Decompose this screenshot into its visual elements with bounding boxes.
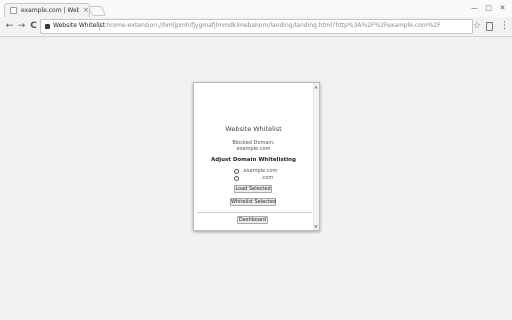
dialog-title-text: Website Whitelist: [225, 125, 282, 133]
page-icon: [10, 7, 17, 14]
puzzle-icon: [45, 24, 50, 29]
extension-chip-label: Website Whitelist: [53, 22, 106, 29]
bookmark-star-icon[interactable]: ☆: [473, 21, 481, 32]
adjust-heading: Adjust Domain Whitelisting: [211, 157, 296, 163]
tab-title: example.com | Website W: [21, 7, 79, 14]
option-label: .example.com: [242, 168, 278, 174]
minimize-icon[interactable]: —: [469, 3, 480, 13]
tab-active[interactable]: example.com | Website W ×: [4, 3, 90, 18]
blocked-domain-value: example.com: [236, 146, 271, 152]
radio-button[interactable]: [234, 176, 239, 181]
option-label: .com: [261, 175, 274, 181]
domain-option[interactable]: .com: [234, 175, 294, 182]
bookmark-icon[interactable]: [486, 22, 493, 31]
back-arrow-icon[interactable]: ←: [4, 21, 15, 32]
dialog-text: Website Whitelist Blocked Domain: exampl…: [193, 0, 314, 320]
new-tab-button[interactable]: [87, 6, 107, 16]
load-selected-button[interactable]: Load Selected: [234, 185, 272, 193]
radio-button[interactable]: [234, 169, 239, 174]
window-controls: — □ ✕: [469, 3, 508, 13]
dialog-divider: [197, 212, 312, 213]
close-window-icon[interactable]: ✕: [497, 3, 508, 13]
forward-arrow-icon[interactable]: →: [16, 21, 27, 32]
whitelist-selected-button[interactable]: Whitelist Selected: [230, 198, 276, 206]
reload-icon[interactable]: C: [28, 21, 39, 32]
maximize-icon[interactable]: □: [483, 3, 494, 13]
menu-icon[interactable]: ⋮: [500, 21, 509, 32]
chip-divider: [99, 23, 100, 31]
dashboard-button[interactable]: Dashboard: [237, 216, 268, 224]
